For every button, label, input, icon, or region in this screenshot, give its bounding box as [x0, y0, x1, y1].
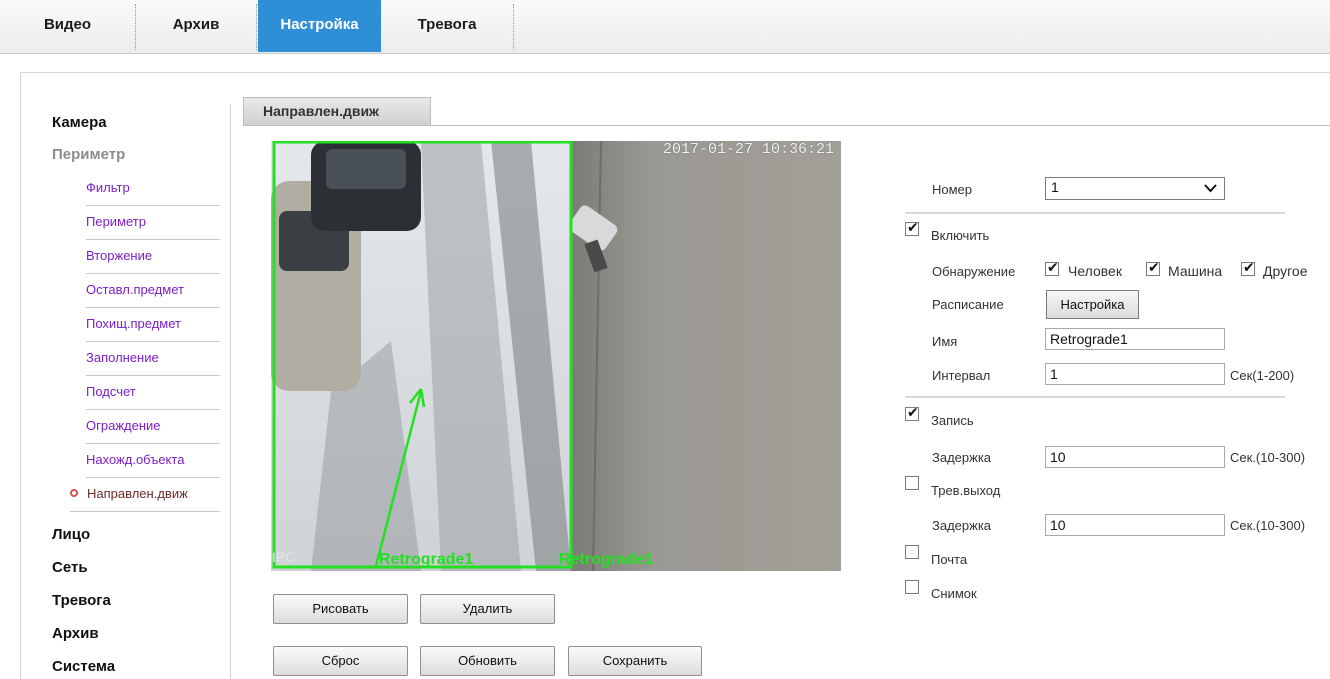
refresh-button[interactable]: Обновить [420, 646, 555, 676]
record-delay-unit: Сек.(10-300) [1230, 450, 1306, 465]
mail-label: Почта [931, 552, 968, 567]
sidebar-category-archive[interactable]: Архив [52, 625, 99, 642]
sidebar-category-camera[interactable]: Камера [52, 114, 107, 131]
check-icon: ✔ [1243, 260, 1255, 276]
sidebar-category-perimeter[interactable]: Периметр [52, 146, 125, 163]
record-label: Запись [931, 413, 974, 428]
enable-label: Включить [931, 228, 990, 243]
detection-other-checkbox[interactable]: ✔ [1241, 260, 1255, 276]
sidebar-item-intrusion[interactable]: Вторжение [86, 240, 220, 274]
sidebar-category-alarm[interactable]: Тревога [52, 592, 111, 609]
detection-human-checkbox[interactable]: ✔ [1045, 260, 1059, 276]
sidebar-item-perimeter[interactable]: Периметр [86, 206, 220, 240]
delete-button[interactable]: Удалить [420, 594, 555, 624]
sidebar-item-fence[interactable]: Ограждение [86, 410, 220, 444]
sidebar-item-label: Направлен.движ [87, 486, 188, 501]
sidebar-item-count[interactable]: Подсчет [86, 376, 220, 410]
alarm-out-checkbox[interactable] [905, 476, 919, 490]
mail-checkbox[interactable] [905, 545, 919, 559]
zone-label: Retrograde1 [379, 551, 474, 568]
top-nav: Видео Архив Настройка Тревога [0, 0, 1330, 54]
check-icon: ✔ [907, 220, 919, 236]
interval-unit: Сек(1-200) [1230, 368, 1295, 383]
check-icon: ✔ [1047, 260, 1059, 276]
sidebar-category-face[interactable]: Лицо [52, 526, 90, 543]
video-preview[interactable]: 2017-01-27 10:36:21 IPC Retrograde1 Retr… [271, 141, 841, 571]
detection-vehicle-label: Машина [1168, 263, 1223, 279]
sidebar-item-stolen-object[interactable]: Похищ.предмет [86, 308, 220, 342]
number-select[interactable]: 1 [1045, 177, 1225, 200]
panel-divider [243, 125, 1330, 126]
tab-settings[interactable]: Настройка [258, 0, 381, 52]
detection-vehicle-checkbox[interactable]: ✔ [1146, 260, 1160, 276]
record-checkbox[interactable]: ✔ [905, 405, 919, 421]
video-frame [271, 141, 841, 571]
sidebar-category-network[interactable]: Сеть [52, 559, 88, 576]
chevron-down-icon [1204, 184, 1217, 193]
name-label: Имя [932, 334, 958, 349]
sidebar-item-filter[interactable]: Фильтр [86, 172, 220, 206]
tab-archive[interactable]: Архив [136, 0, 256, 52]
section-divider [905, 396, 1285, 398]
sidebar-item-object-presence[interactable]: Нахожд.объекта [86, 444, 220, 478]
detection-human-label: Человек [1068, 263, 1122, 279]
video-timestamp: 2017-01-27 10:36:21 [663, 141, 835, 158]
enable-checkbox[interactable]: ✔ [905, 220, 919, 236]
sidebar-item-fill[interactable]: Заполнение [86, 342, 220, 376]
tab-divider [513, 4, 514, 50]
schedule-label: Расписание [932, 297, 1004, 312]
tab-video[interactable]: Видео [0, 0, 135, 52]
draw-button[interactable]: Рисовать [273, 594, 408, 624]
number-label: Номер [932, 182, 973, 197]
schedule-settings-button[interactable]: Настройка [1046, 290, 1139, 319]
panel-title-tab: Направлен.движ [243, 97, 431, 126]
detection-other-label: Другое [1263, 263, 1308, 279]
active-bullet-icon [70, 489, 78, 497]
name-input[interactable]: Retrograde1 [1045, 328, 1225, 350]
number-select-value: 1 [1051, 179, 1059, 195]
alarm-delay-label: Задержка [932, 518, 992, 533]
reset-button[interactable]: Сброс [273, 646, 408, 676]
alarm-delay-input[interactable]: 10 [1045, 514, 1225, 536]
alarm-out-label: Трев.выход [931, 483, 1001, 498]
tab-alarm[interactable]: Тревога [381, 0, 513, 52]
sidebar-divider [230, 104, 231, 679]
detection-label: Обнаружение [932, 264, 1016, 279]
zone-label: Retrograde1 [559, 551, 654, 568]
section-divider [905, 212, 1285, 214]
snapshot-label: Снимок [931, 586, 977, 601]
record-delay-label: Задержка [932, 450, 992, 465]
snapshot-checkbox[interactable] [905, 580, 919, 594]
sidebar-item-left-object[interactable]: Оставл.предмет [86, 274, 220, 308]
sidebar-category-system[interactable]: Система [52, 658, 115, 675]
tab-divider [256, 4, 257, 50]
check-icon: ✔ [1148, 260, 1160, 276]
record-delay-input[interactable]: 10 [1045, 446, 1225, 468]
sidebar-item-direction[interactable]: Направлен.движ [70, 478, 220, 512]
interval-input[interactable]: 1 [1045, 363, 1225, 385]
video-channel-label: IPC [272, 549, 296, 565]
save-button[interactable]: Сохранить [568, 646, 702, 676]
alarm-delay-unit: Сек.(10-300) [1230, 518, 1306, 533]
check-icon: ✔ [907, 405, 919, 421]
interval-label: Интервал [932, 368, 991, 383]
